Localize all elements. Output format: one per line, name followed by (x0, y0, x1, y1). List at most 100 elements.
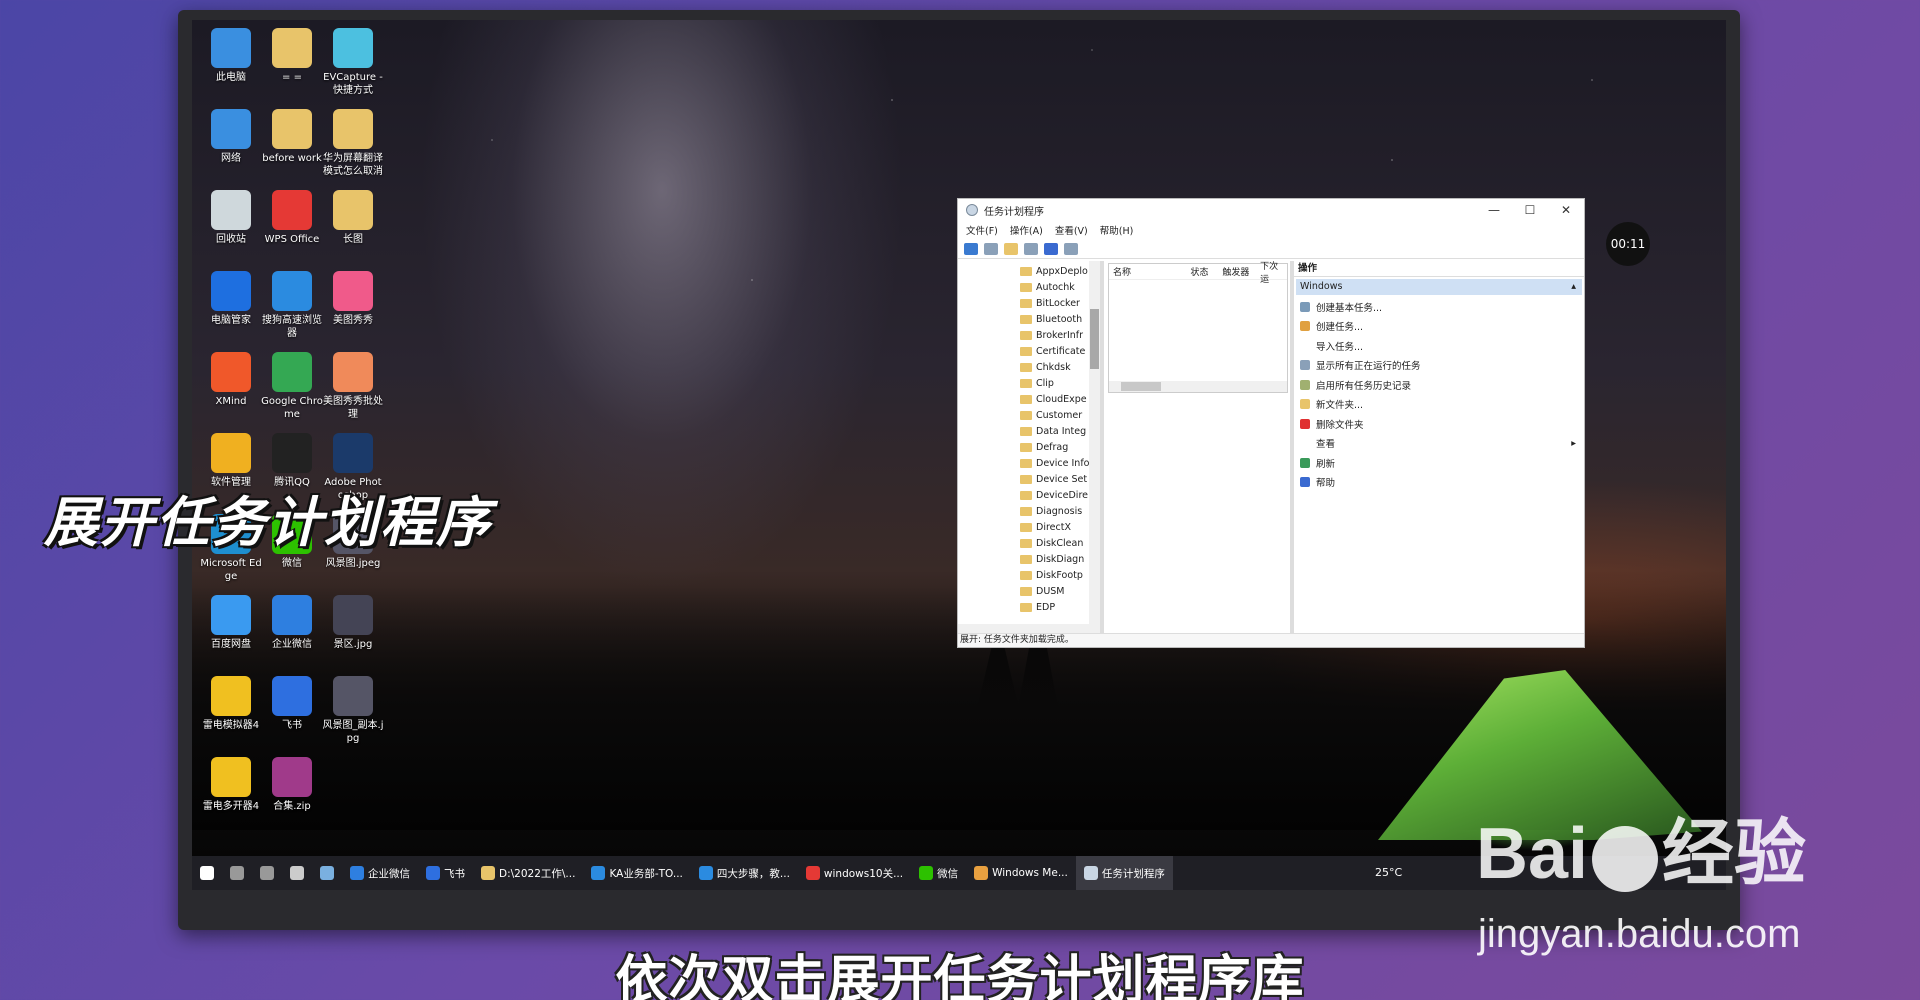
desktop-icon[interactable]: = = (261, 28, 323, 84)
weather-temperature[interactable]: 25°C (1375, 866, 1402, 879)
desktop-icon[interactable]: EVCapture - 快捷方式 (322, 28, 384, 97)
taskbar-search[interactable] (222, 856, 252, 890)
tree-item[interactable]: Chkdsk (1020, 359, 1090, 375)
action-item[interactable]: 帮助 (1294, 473, 1584, 493)
tree-item[interactable]: BitLocker (1020, 295, 1090, 311)
action-item[interactable]: 刷新 (1294, 453, 1584, 473)
maximize-button[interactable]: ☐ (1512, 203, 1548, 217)
taskbar-wps[interactable]: windows10关... (798, 856, 911, 890)
help-icon[interactable] (1044, 242, 1058, 255)
desktop-icon[interactable]: WPS Office (261, 190, 323, 246)
desktop-icon[interactable]: 回收站 (200, 190, 262, 246)
actions-section-windows[interactable]: Windows ▴ (1296, 279, 1582, 295)
menu-action[interactable]: 操作(A) (1010, 223, 1043, 237)
tree-item[interactable]: Clip (1020, 375, 1090, 391)
taskbar-explorer[interactable]: D:\2022工作\... (473, 856, 583, 890)
action-item[interactable]: 显示所有正在运行的任务 (1294, 356, 1584, 376)
tree-item[interactable]: Device Set (1020, 471, 1090, 487)
desktop-icon[interactable]: 搜狗高速浏览器 (261, 271, 323, 340)
tree-item[interactable]: DeviceDire (1020, 487, 1090, 503)
column-status[interactable]: 状态 (1187, 265, 1219, 278)
taskbar-wecom[interactable]: 企业微信 (342, 856, 418, 890)
taskbar-sogou-1[interactable]: KA业务部-TO... (583, 856, 690, 890)
taskbar-task-view[interactable] (252, 856, 282, 890)
task-list[interactable]: 名称 状态 触发器 下次运 (1108, 262, 1288, 393)
action-item[interactable]: 创建基本任务... (1294, 297, 1584, 317)
tree-item[interactable]: DiskFootp (1020, 567, 1090, 583)
menu-view[interactable]: 查看(V) (1055, 223, 1088, 237)
tree-item[interactable]: Device Info (1020, 455, 1090, 471)
tree-item-label: Diagnosis (1036, 505, 1083, 517)
tree-item[interactable]: Certificate (1020, 343, 1090, 359)
tree-item[interactable]: Customer (1020, 407, 1090, 423)
taskbar-calculator[interactable] (282, 856, 312, 890)
desktop-icon[interactable]: 长图 (322, 190, 384, 246)
taskbar-media[interactable]: Windows Me... (966, 856, 1076, 890)
tree-item[interactable]: Defrag (1020, 439, 1090, 455)
desktop-icon[interactable]: 飞书 (261, 676, 323, 732)
action-item[interactable]: 查看 ▸ (1294, 434, 1584, 454)
action-item[interactable]: 创建任务... (1294, 317, 1584, 337)
collapse-icon[interactable]: ▴ (1571, 279, 1576, 295)
action-item[interactable]: 删除文件夹 (1294, 414, 1584, 434)
desktop-icon[interactable]: 华为屏幕翻译模式怎么取消 (322, 109, 384, 178)
tree-vertical-scrollbar[interactable] (1089, 261, 1100, 635)
window-titlebar[interactable]: 任务计划程序 — ☐ ✕ (958, 199, 1584, 221)
up-folder-icon[interactable] (1004, 242, 1018, 255)
desktop-icon[interactable]: 百度网盘 (200, 595, 262, 651)
action-item[interactable]: 导入任务... (1294, 336, 1584, 356)
desktop-icon[interactable]: 合集.zip (261, 757, 323, 813)
folder-icon (1020, 538, 1032, 548)
menu-file[interactable]: 文件(F) (966, 223, 998, 237)
taskbar-label: KA业务部-TO... (609, 867, 683, 880)
desktop-icon[interactable]: XMind (200, 352, 262, 408)
tree-item[interactable]: AppxDeplo (1020, 263, 1090, 279)
tree-item[interactable]: Diagnosis (1020, 503, 1090, 519)
taskbar-task-scheduler[interactable]: 任务计划程序 (1075, 856, 1173, 890)
column-name[interactable]: 名称 (1109, 265, 1187, 278)
taskbar-wechat[interactable]: 微信 (911, 856, 966, 890)
taskbar-sogou-2[interactable]: 四大步骤，教... (691, 856, 798, 890)
forward-arrow-icon[interactable] (984, 242, 998, 255)
show-hide-tree-icon[interactable] (1024, 242, 1038, 255)
tree-item[interactable]: EDP (1020, 599, 1090, 615)
minimize-button[interactable]: — (1476, 203, 1512, 217)
action-label: 启用所有任务历史记录 (1316, 380, 1412, 392)
taskbar-start[interactable] (192, 856, 222, 890)
app-icon (272, 433, 312, 473)
desktop-icon[interactable]: 企业微信 (261, 595, 323, 651)
action-icon (1300, 360, 1310, 371)
tree-item[interactable]: Autochk (1020, 279, 1090, 295)
menu-help[interactable]: 帮助(H) (1100, 223, 1134, 237)
tree-item[interactable]: DUSM (1020, 583, 1090, 599)
desktop-icon[interactable]: 此电脑 (200, 28, 262, 84)
desktop-icon[interactable]: 网络 (200, 109, 262, 165)
tree-item[interactable]: Data Integ (1020, 423, 1090, 439)
desktop-icon[interactable]: 雷电模拟器4 (200, 676, 262, 732)
task-list-horizontal-scrollbar[interactable] (1109, 381, 1287, 392)
desktop-icon[interactable]: 美图秀秀批处理 (322, 352, 384, 421)
desktop-icon[interactable]: 电脑管家 (200, 271, 262, 327)
taskbar-notes[interactable] (312, 856, 342, 890)
action-item[interactable]: 新文件夹... (1294, 395, 1584, 415)
tree-item[interactable]: DiskClean (1020, 535, 1090, 551)
desktop-icon[interactable]: 景区.jpg (322, 595, 384, 651)
tree-item[interactable]: Bluetooth (1020, 311, 1090, 327)
column-triggers[interactable]: 触发器 (1218, 265, 1256, 278)
action-pane-icon[interactable] (1064, 242, 1078, 255)
back-arrow-icon[interactable] (964, 242, 978, 255)
desktop-icon[interactable]: 风景图_副本.jpg (322, 676, 384, 745)
column-next-run[interactable]: 下次运 (1256, 259, 1287, 285)
folder-icon (1020, 522, 1032, 532)
desktop-icon[interactable]: 美图秀秀 (322, 271, 384, 327)
action-item[interactable]: 启用所有任务历史记录 (1294, 375, 1584, 395)
tree-item[interactable]: DiskDiagn (1020, 551, 1090, 567)
tree-item[interactable]: DirectX (1020, 519, 1090, 535)
tree-item[interactable]: CloudExpe (1020, 391, 1090, 407)
desktop-icon[interactable]: before work (261, 109, 323, 165)
desktop-icon[interactable]: 雷电多开器4 (200, 757, 262, 813)
taskbar-feishu[interactable]: 飞书 (418, 856, 473, 890)
desktop-icon[interactable]: Google Chrome (261, 352, 323, 421)
close-button[interactable]: ✕ (1548, 203, 1584, 217)
tree-item[interactable]: BrokerInfr (1020, 327, 1090, 343)
